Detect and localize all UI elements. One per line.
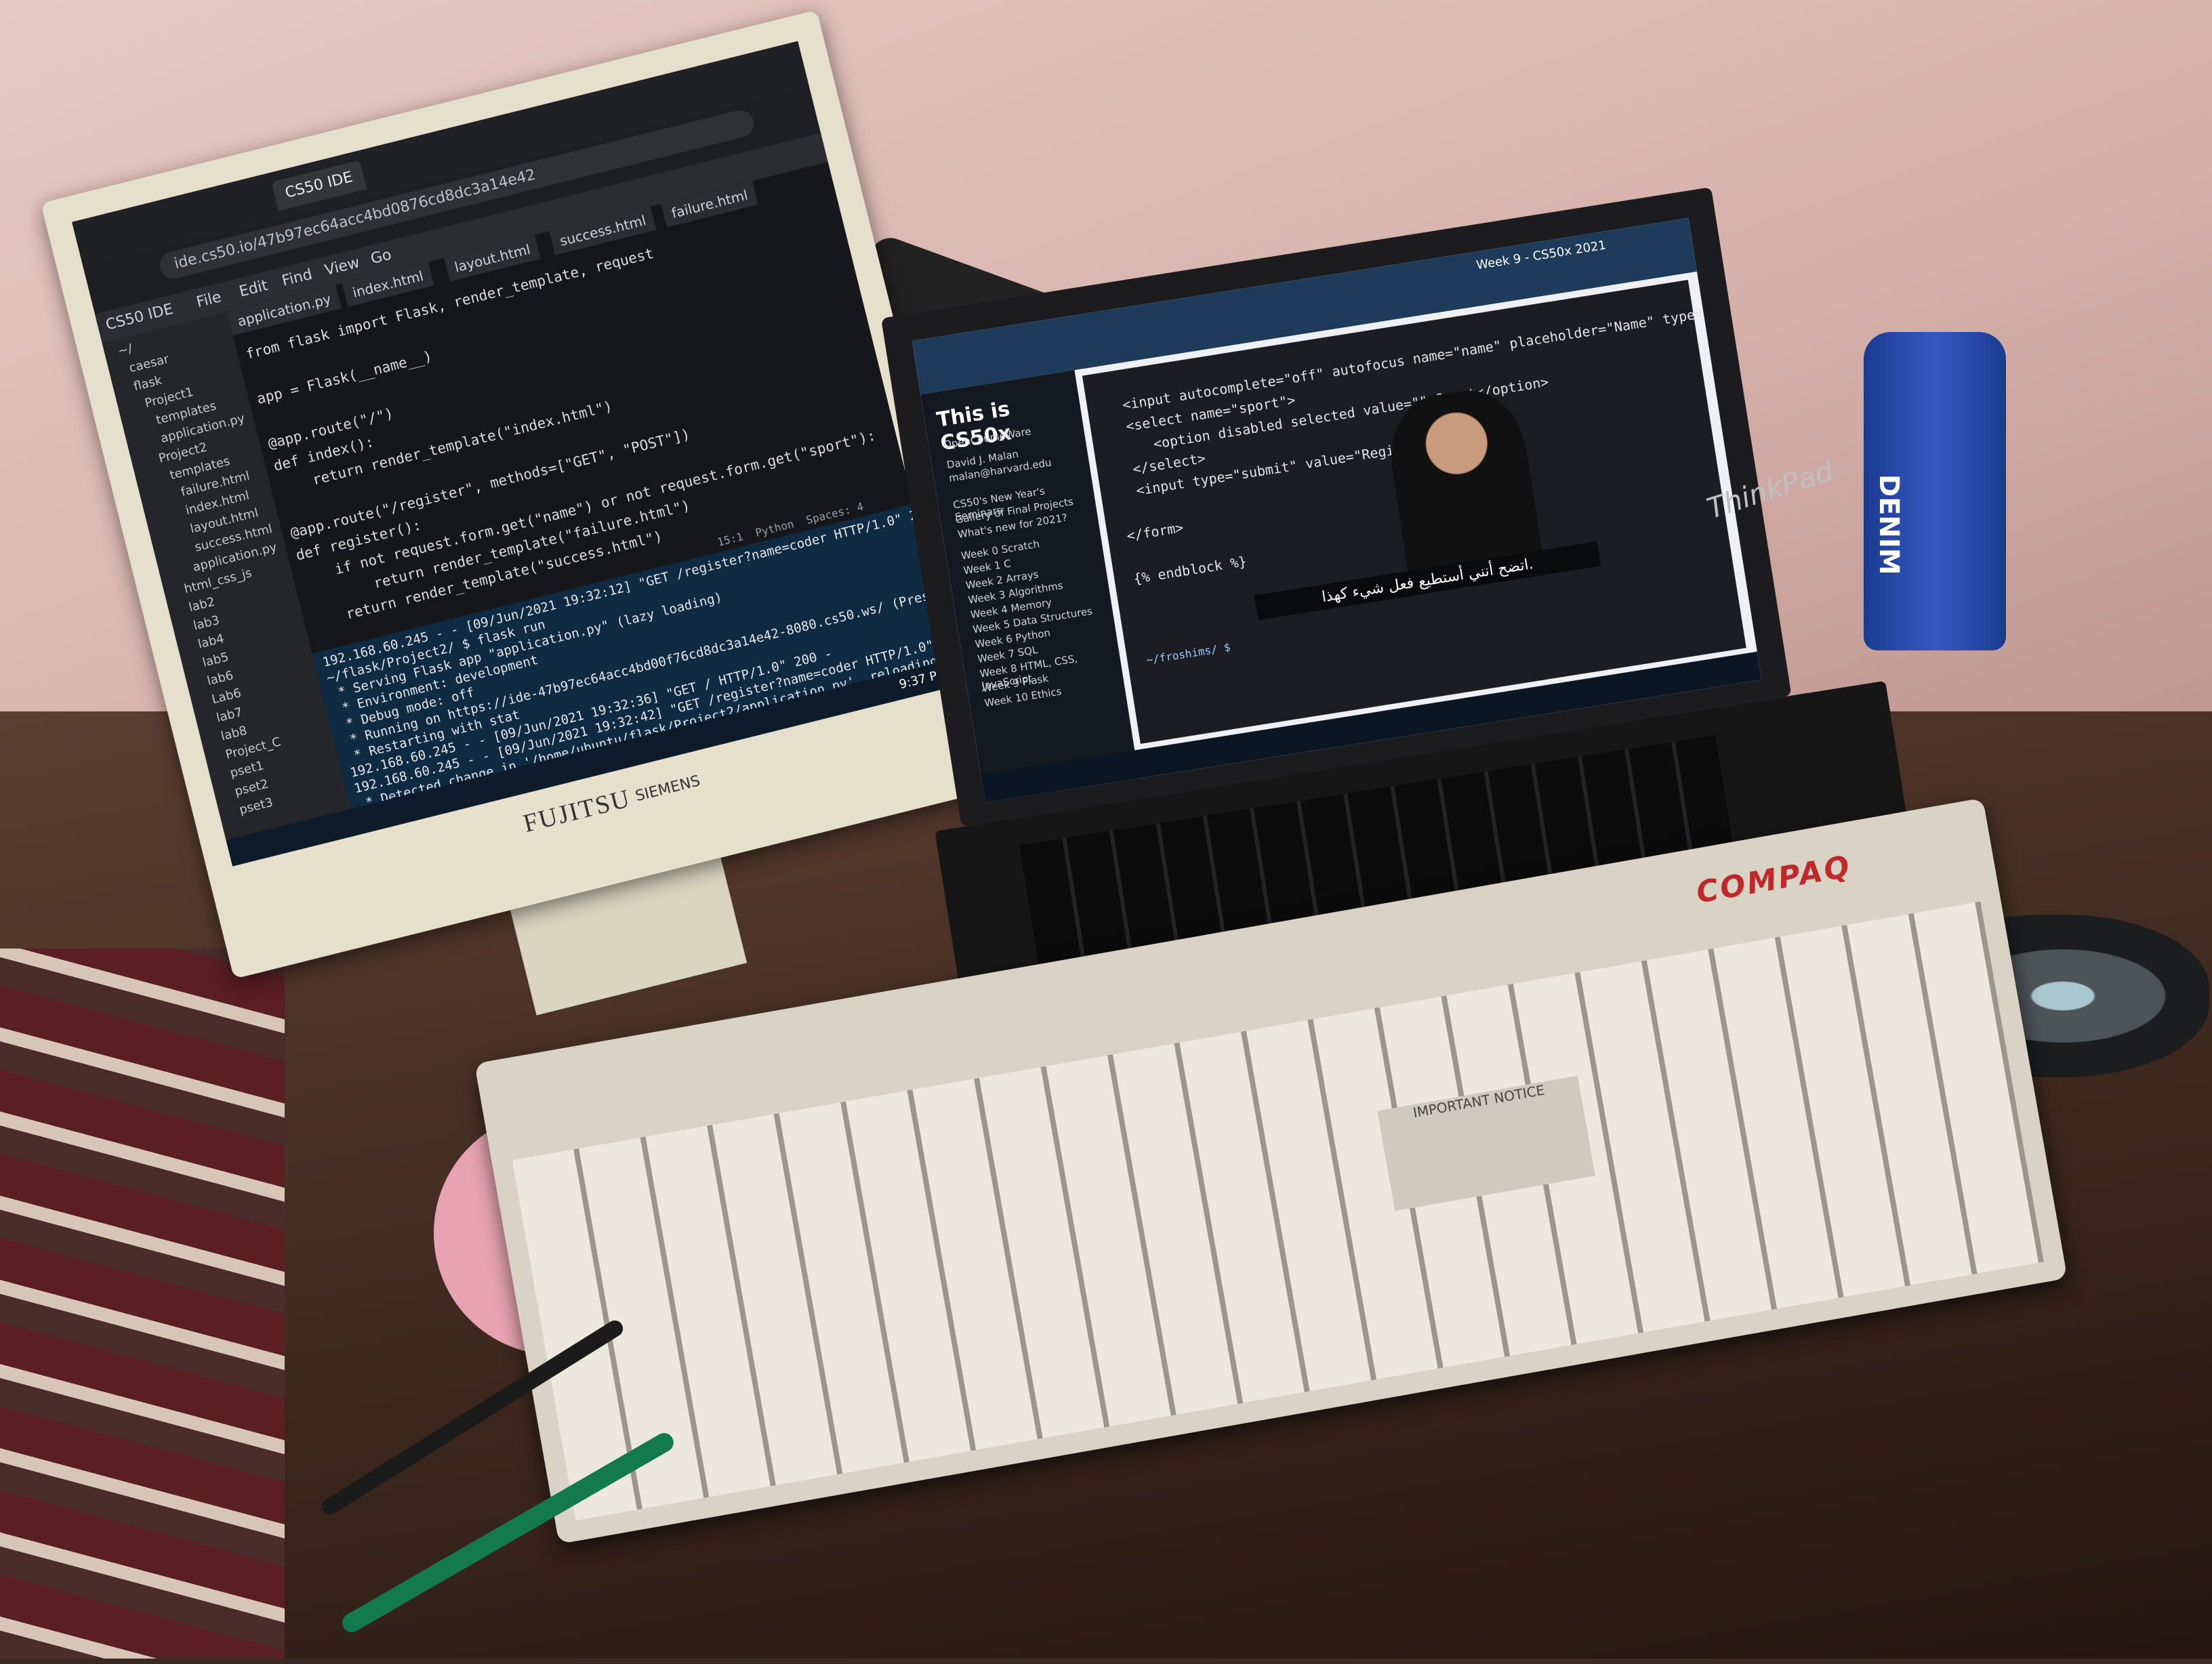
- laptop-browser-tab[interactable]: Week 9 - CS50x 2021: [1475, 238, 1607, 272]
- tree-item[interactable]: pset3: [238, 795, 274, 818]
- tree-item[interactable]: caesar: [127, 352, 170, 375]
- menu-view[interactable]: View: [323, 254, 362, 279]
- keyboard-brand: COMPAQ: [1694, 849, 1854, 911]
- menu-go[interactable]: Go: [369, 247, 394, 268]
- code-line: app = Flask(__name__): [255, 348, 434, 407]
- menu-file[interactable]: File: [194, 289, 223, 311]
- carpet: [0, 949, 285, 1659]
- menu-find[interactable]: Find: [281, 266, 314, 290]
- tree-item[interactable]: lab4: [197, 631, 226, 652]
- browser-tab[interactable]: CS50 IDE: [271, 160, 367, 211]
- tree-item[interactable]: lab6: [206, 668, 235, 688]
- tree-item[interactable]: lab3: [192, 613, 221, 633]
- tree-item[interactable]: pset2: [233, 777, 270, 799]
- tree-item[interactable]: lab7: [215, 705, 244, 726]
- video-terminal-prompt: ~/froshims/ $: [1145, 640, 1231, 667]
- tree-item[interactable]: ~/: [117, 341, 134, 358]
- laptop-screen: Week 9 - CS50x 2021 This is CS50x OpenCo…: [912, 217, 1762, 803]
- bottle-brand: DENIM: [1873, 474, 1904, 575]
- menu-edit[interactable]: Edit: [237, 277, 269, 301]
- monitor-screen: CS50 IDE ide.cs50.io/47b97ec64acc4bd0876…: [72, 41, 959, 867]
- video-code-line: </form>: [1125, 519, 1185, 545]
- tree-item[interactable]: flask: [132, 373, 163, 394]
- tree-item[interactable]: lab2: [187, 595, 216, 615]
- tree-item[interactable]: lab5: [201, 650, 230, 670]
- tree-item[interactable]: Lab6: [210, 686, 243, 707]
- tree-item[interactable]: pset1: [228, 758, 265, 781]
- video-code-line: {% endblock %}: [1132, 553, 1248, 587]
- monitor-brand-sub: SIEMENS: [634, 772, 702, 806]
- tree-item[interactable]: lab8: [220, 724, 249, 744]
- monitor-brand: FUJITSU: [520, 784, 634, 839]
